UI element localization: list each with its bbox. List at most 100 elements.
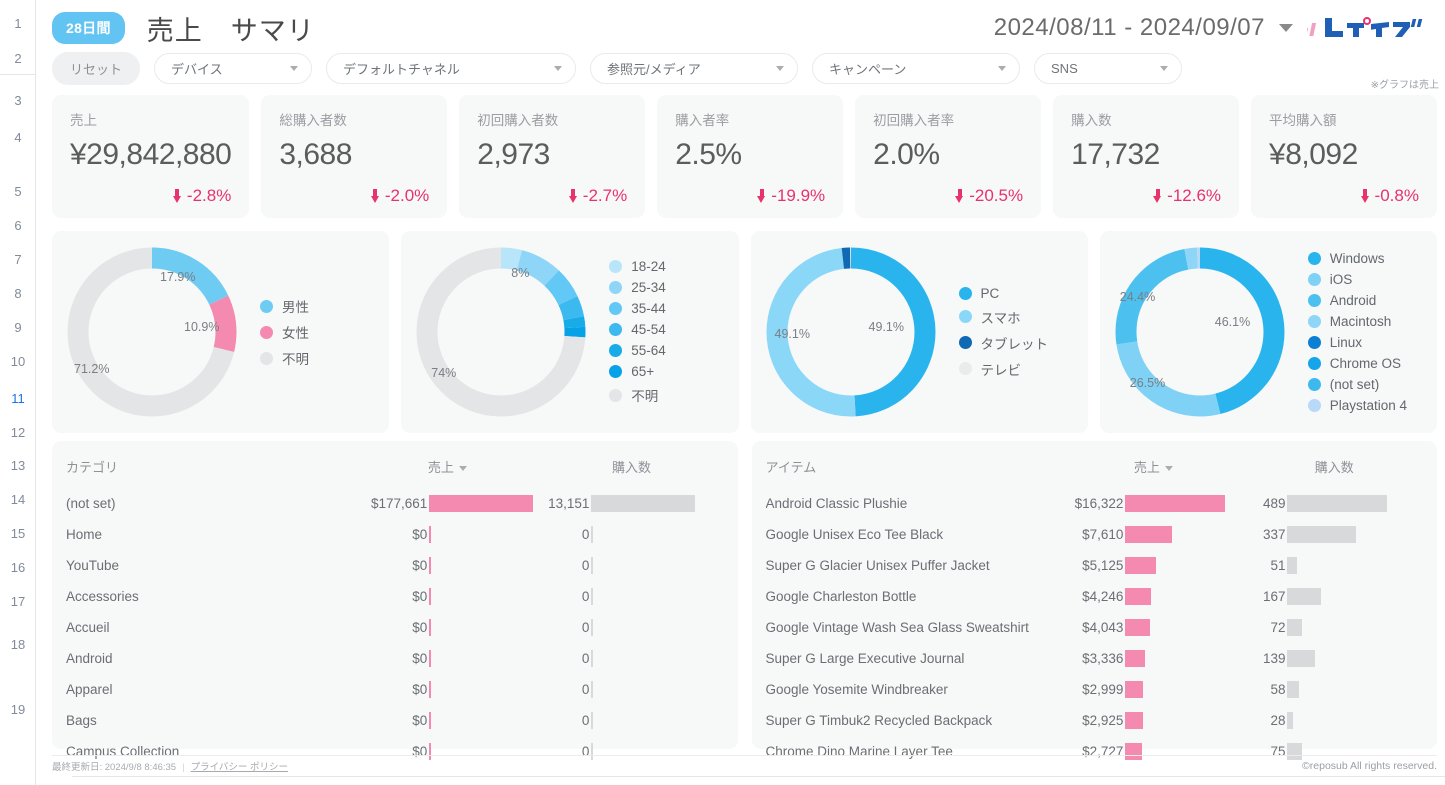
donut-chart-os[interactable]: 46.1%24.4%26.5%: [1100, 232, 1300, 432]
col-header-count[interactable]: 購入数: [1245, 453, 1423, 488]
legend-item[interactable]: 25-34: [609, 280, 666, 295]
table-row[interactable]: Accessories$00: [66, 581, 724, 612]
period-badge[interactable]: 28日間: [52, 12, 125, 44]
gutter-row-number[interactable]: 6: [0, 216, 36, 236]
table-row[interactable]: Google Unisex Eco Tee Black$7,610337: [766, 519, 1424, 550]
legend-item[interactable]: スマホ: [959, 307, 1049, 327]
legend-item[interactable]: 18-24: [609, 259, 666, 274]
sort-descending-icon[interactable]: [1165, 466, 1173, 471]
legend-color-dot: [1308, 378, 1321, 391]
legend-item[interactable]: 35-44: [609, 301, 666, 316]
gutter-row-number[interactable]: 2: [0, 49, 36, 69]
donut-chart-age[interactable]: 8%74%: [401, 232, 601, 432]
legend-item[interactable]: (not set): [1308, 377, 1407, 392]
chevron-down-icon[interactable]: [554, 66, 562, 71]
legend-item[interactable]: 不明: [260, 348, 309, 368]
row-count-bar: [1287, 588, 1321, 605]
table-row[interactable]: Super G Timbuk2 Recycled Backpack$2,9252…: [766, 705, 1424, 736]
filter-sns[interactable]: SNS: [1034, 53, 1182, 84]
chevron-down-icon[interactable]: [1279, 24, 1293, 32]
legend-item[interactable]: Chrome OS: [1308, 356, 1407, 371]
chevron-down-icon[interactable]: [290, 66, 298, 71]
table-row[interactable]: Accueil$00: [66, 612, 724, 643]
gutter-row-number[interactable]: 11: [0, 389, 36, 409]
table-row[interactable]: Android$00: [66, 643, 724, 674]
col-header-revenue[interactable]: 売上: [355, 453, 539, 488]
gutter-row-number[interactable]: 16: [0, 558, 36, 578]
gutter-row-number[interactable]: 8: [0, 284, 36, 304]
reset-button[interactable]: リセット: [52, 52, 140, 85]
legend-label: 45-54: [631, 322, 666, 337]
legend-item[interactable]: Windows: [1308, 251, 1407, 266]
row-name: Super G Glacier Unisex Puffer Jacket: [766, 550, 1062, 581]
col-header-revenue[interactable]: 売上: [1061, 453, 1245, 488]
kpi-delta-value: -19.9%: [771, 186, 825, 206]
row-revenue-cell: $2,925: [1061, 705, 1245, 736]
filter-device[interactable]: デバイス: [154, 53, 312, 84]
gutter-row-number[interactable]: 18: [0, 635, 36, 655]
chevron-down-icon[interactable]: [998, 66, 1006, 71]
chevron-down-icon[interactable]: [1160, 66, 1168, 71]
legend-item[interactable]: Linux: [1308, 335, 1407, 350]
privacy-policy-link[interactable]: プライバシー ポリシー: [191, 762, 288, 773]
table-row[interactable]: YouTube$00: [66, 550, 724, 581]
table-row[interactable]: (not set)$177,66113,151: [66, 488, 724, 519]
legend-label: タブレット: [981, 333, 1049, 353]
legend-item[interactable]: 女性: [260, 322, 309, 342]
table-row[interactable]: Home$00: [66, 519, 724, 550]
row-count-value: 139: [1245, 651, 1285, 666]
legend-label: スマホ: [981, 307, 1021, 327]
chevron-down-icon[interactable]: [776, 66, 784, 71]
legend-item[interactable]: Macintosh: [1308, 314, 1407, 329]
donut-chart-gender[interactable]: 17.9%10.9%71.2%: [52, 232, 252, 432]
table-row[interactable]: Super G Large Executive Journal$3,336139: [766, 643, 1424, 674]
gutter-row-number[interactable]: 4: [0, 128, 36, 148]
row-revenue-value: $3,336: [1061, 651, 1123, 666]
donut-card-device: 49.1%49.1% PC スマホタブレットテレビ: [751, 231, 1088, 433]
legend-item[interactable]: iOS: [1308, 272, 1407, 287]
col-header-category[interactable]: カテゴリ: [66, 453, 355, 488]
filter-default-channel[interactable]: デフォルトチャネル: [326, 53, 576, 84]
legend-item[interactable]: Playstation 4: [1308, 398, 1407, 413]
row-count-cell: 72: [1245, 612, 1423, 643]
gutter-row-number[interactable]: 5: [0, 182, 36, 202]
legend-item[interactable]: 不明: [609, 385, 666, 405]
table-row[interactable]: Super G Glacier Unisex Puffer Jacket$5,1…: [766, 550, 1424, 581]
legend-item[interactable]: PC: [959, 286, 1049, 301]
gutter-row-number[interactable]: 15: [0, 524, 36, 544]
gutter-row-number[interactable]: 7: [0, 250, 36, 270]
legend-color-dot: [260, 326, 273, 339]
gutter-row-number[interactable]: 3: [0, 91, 36, 111]
legend-item[interactable]: 55-64: [609, 343, 666, 358]
row-count-cell: 51: [1245, 550, 1423, 581]
table-row[interactable]: Android Classic Plushie$16,322489: [766, 488, 1424, 519]
gutter-divider: [0, 74, 36, 75]
legend-item[interactable]: Android: [1308, 293, 1407, 308]
legend-item[interactable]: テレビ: [959, 359, 1049, 379]
legend-item[interactable]: 男性: [260, 296, 309, 316]
gutter-row-number[interactable]: 12: [0, 423, 36, 443]
gutter-row-number[interactable]: 1: [0, 14, 36, 34]
filter-source-medium[interactable]: 参照元/メディア: [590, 53, 798, 84]
col-header-item[interactable]: アイテム: [766, 453, 1062, 488]
donut-chart-device[interactable]: 49.1%49.1%: [751, 232, 951, 432]
table-row[interactable]: Google Vintage Wash Sea Glass Sweatshirt…: [766, 612, 1424, 643]
gutter-row-number[interactable]: 13: [0, 456, 36, 476]
col-header-count[interactable]: 購入数: [539, 453, 723, 488]
gutter-row-number[interactable]: 19: [0, 700, 36, 720]
gutter-row-number[interactable]: 10: [0, 352, 36, 372]
gutter-row-number[interactable]: 14: [0, 490, 36, 510]
gutter-row-number[interactable]: 17: [0, 592, 36, 612]
legend-item[interactable]: 65+: [609, 364, 666, 379]
filter-campaign[interactable]: キャンペーン: [812, 53, 1020, 84]
kpi-delta: -12.6%: [1071, 186, 1221, 206]
legend-item[interactable]: タブレット: [959, 333, 1049, 353]
legend-item[interactable]: 45-54: [609, 322, 666, 337]
table-row[interactable]: Google Charleston Bottle$4,246167: [766, 581, 1424, 612]
table-row[interactable]: Google Yosemite Windbreaker$2,99958: [766, 674, 1424, 705]
date-range-selector[interactable]: 2024/08/11 - 2024/09/07: [994, 14, 1265, 42]
sort-descending-icon[interactable]: [459, 466, 467, 471]
table-row[interactable]: Apparel$00: [66, 674, 724, 705]
gutter-row-number[interactable]: 9: [0, 318, 36, 338]
table-row[interactable]: Bags$00: [66, 705, 724, 736]
